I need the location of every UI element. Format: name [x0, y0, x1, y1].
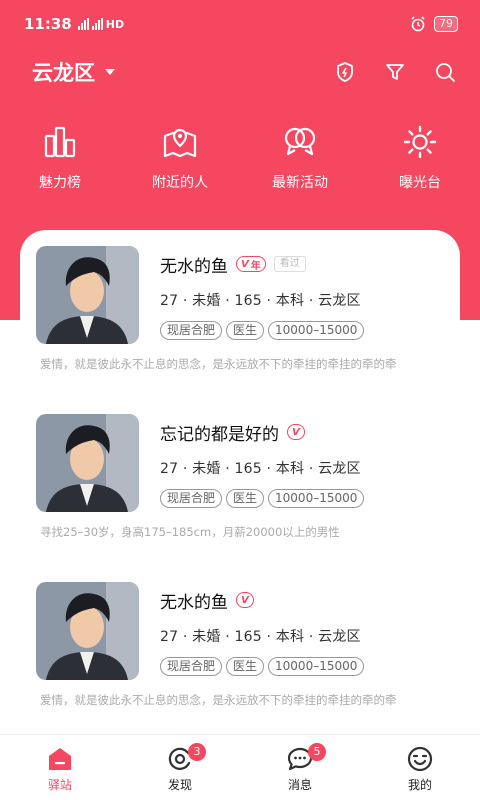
signal-icon	[77, 18, 89, 30]
profile-card[interactable]: 忘记的都是好的 V 27 · 未婚 · 165 · 本科 · 云龙区 现居合肥 …	[36, 408, 444, 576]
profile-tags: 现居合肥 医生 10000–15000	[160, 321, 444, 340]
bottom-tab-bar: 驿站 发现 3 消息 5 我的	[0, 734, 480, 800]
profile-card[interactable]: 无水的鱼 V 27 · 未婚 · 165 · 本科 · 云龙区 现居合肥 医生 …	[36, 576, 444, 744]
profile-tags: 现居合肥 医生 10000–15000	[160, 657, 444, 676]
verified-badge: V 年	[236, 256, 266, 272]
ranking-icon	[44, 126, 76, 158]
profile-tag: 现居合肥	[160, 321, 223, 340]
profile-tag: 10000–15000	[268, 321, 365, 340]
avatar	[36, 414, 139, 512]
tab-label: 我的	[407, 778, 432, 792]
quick-nav-charm-ranking[interactable]: 魅力榜	[0, 124, 120, 192]
signal-icon	[91, 18, 103, 30]
search-icon[interactable]	[434, 61, 456, 83]
network-label: HD	[105, 17, 125, 31]
profile-description: 爱情，就是彼此永不止息的思念，是永远放不下的牵挂的牵挂的牵的牵	[40, 693, 397, 707]
quick-nav-label: 魅力榜	[39, 175, 81, 191]
profile-attributes: 27 · 未婚 · 165 · 本科 · 云龙区	[160, 629, 361, 645]
quick-nav-exposure[interactable]: 曝光台	[360, 124, 480, 192]
tab-discover[interactable]: 发现 3	[120, 735, 240, 800]
chat-bubbles-icon	[284, 127, 316, 156]
chevron-down-icon	[105, 69, 115, 75]
tab-label: 消息	[287, 778, 312, 792]
quick-nav-label: 最新活动	[272, 175, 328, 191]
tab-label: 发现	[167, 778, 192, 792]
avatar	[36, 246, 139, 344]
profile-tag: 医生	[226, 657, 265, 676]
profile-tag: 10000–15000	[268, 489, 365, 508]
profile-tags: 现居合肥 医生 10000–15000	[160, 489, 444, 508]
quick-nav-label: 附近的人	[152, 175, 208, 191]
alarm-icon	[411, 16, 425, 32]
seen-badge: 看过	[273, 256, 306, 272]
status-time: 11:38	[24, 15, 72, 33]
shield-lightning-icon[interactable]	[334, 61, 356, 83]
profile-card[interactable]: 无水的鱼 V 年 看过 27 · 未婚 · 165 · 本科 · 云龙区 现居合…	[36, 240, 444, 408]
tab-messages[interactable]: 消息 5	[240, 735, 360, 800]
profile-tag: 医生	[226, 321, 265, 340]
status-bar: 11:38 HD 79	[0, 0, 480, 48]
notification-badge: 3	[188, 743, 206, 761]
profile-icon	[407, 746, 433, 772]
verified-badge: V	[287, 424, 305, 440]
quick-nav-activities[interactable]: 最新活动	[240, 124, 360, 192]
verified-mark: V	[292, 426, 300, 438]
profile-tag: 现居合肥	[160, 657, 223, 676]
sun-icon	[403, 125, 437, 159]
tab-label: 驿站	[47, 778, 72, 792]
profile-attributes: 27 · 未婚 · 165 · 本科 · 云龙区	[160, 293, 361, 309]
profile-name: 忘记的都是好的	[160, 424, 279, 445]
vip-label: 年	[250, 260, 261, 272]
tab-profile[interactable]: 我的	[360, 735, 480, 800]
verified-mark: V	[241, 258, 249, 270]
verified-mark: V	[241, 594, 249, 606]
verified-badge: V	[236, 592, 254, 608]
notification-badge: 5	[308, 743, 326, 761]
quick-nav-label: 曝光台	[399, 175, 441, 191]
quick-nav: 魅力榜 附近的人 最新活动 曝光台	[0, 124, 480, 192]
profile-tag: 10000–15000	[268, 657, 365, 676]
profile-description: 爱情，就是彼此永不止息的思念，是永远放不下的牵挂的牵挂的牵的牵	[40, 357, 397, 371]
location-selector[interactable]: 云龙区	[32, 57, 115, 87]
tab-station[interactable]: 驿站	[0, 735, 120, 800]
profile-attributes: 27 · 未婚 · 165 · 本科 · 云龙区	[160, 461, 361, 477]
signal-icons: HD	[77, 17, 125, 31]
profile-tag: 现居合肥	[160, 489, 223, 508]
location-label: 云龙区	[32, 61, 95, 85]
quick-nav-nearby[interactable]: 附近的人	[120, 124, 240, 192]
profile-list: 无水的鱼 V 年 看过 27 · 未婚 · 165 · 本科 · 云龙区 现居合…	[36, 240, 444, 744]
profile-tag: 医生	[226, 489, 265, 508]
home-icon	[49, 748, 71, 770]
battery-indicator: 79	[434, 16, 458, 32]
profile-description: 寻找25–30岁，身高175–185cm，月薪20000以上的男性	[40, 525, 340, 539]
avatar	[36, 582, 139, 680]
profile-name: 无水的鱼	[160, 256, 228, 277]
map-pin-icon	[163, 128, 197, 158]
filter-icon[interactable]	[384, 61, 406, 83]
top-header: 云龙区	[0, 52, 480, 92]
profile-name: 无水的鱼	[160, 592, 228, 613]
